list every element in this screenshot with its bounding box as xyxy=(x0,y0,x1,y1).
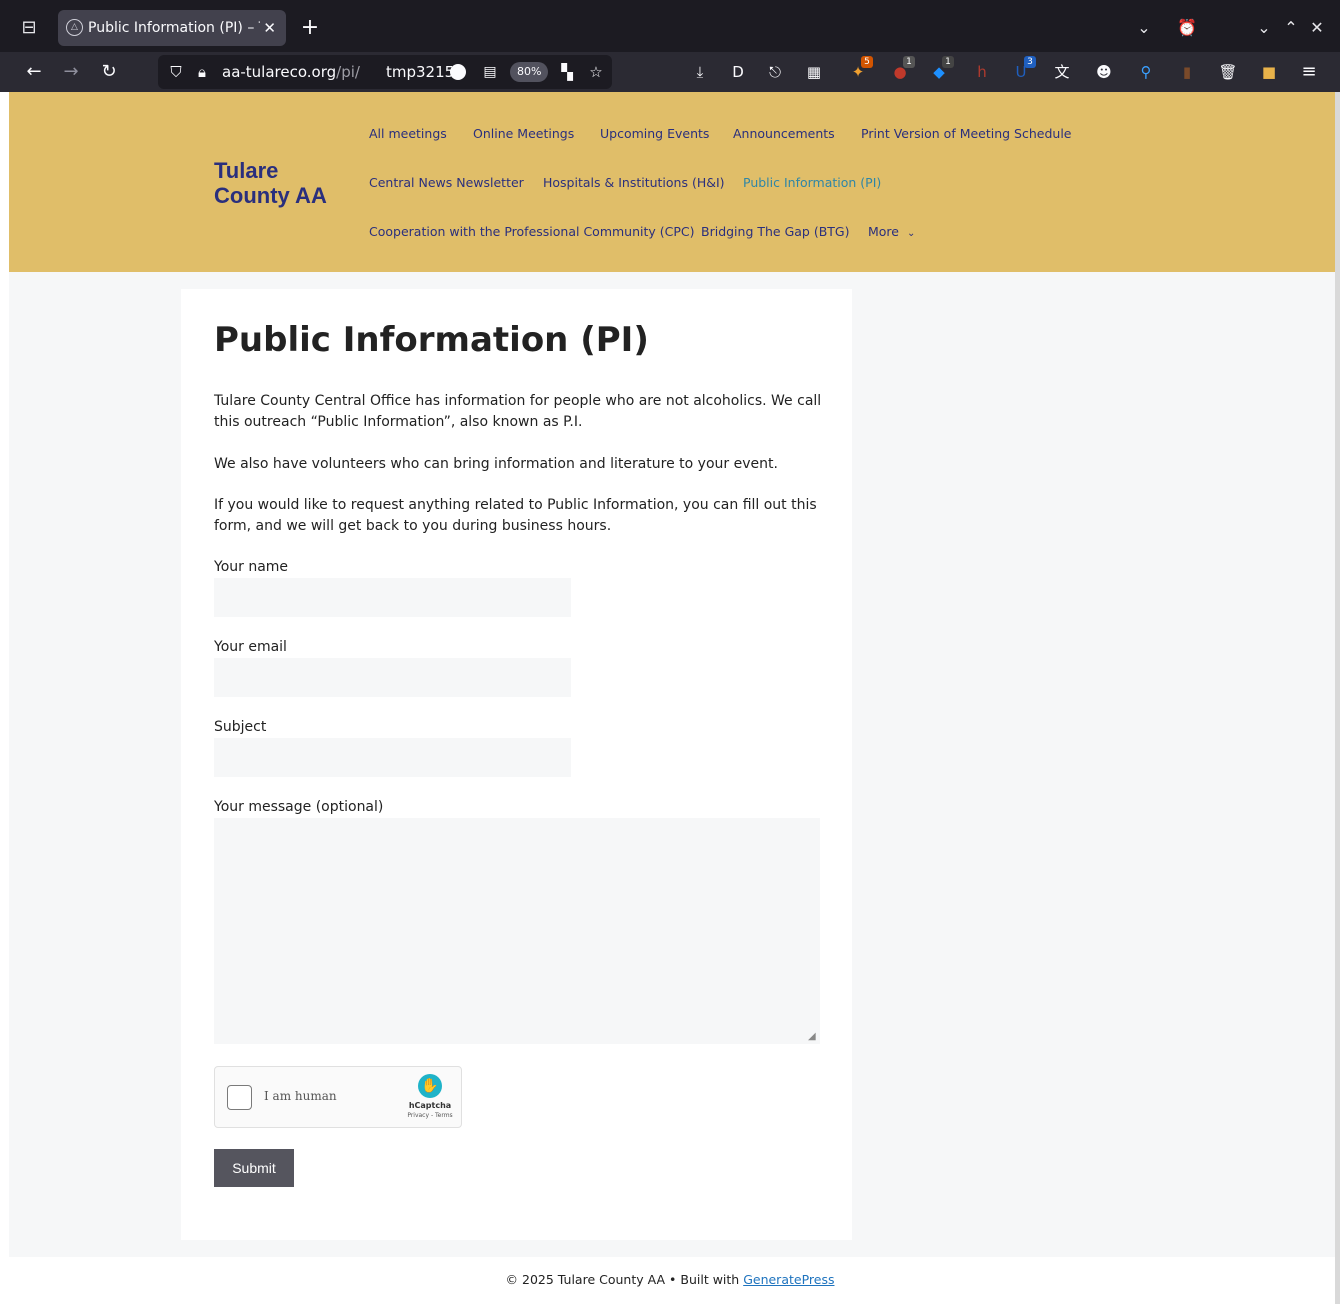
menu-item-print-schedule[interactable]: Print Version of Meeting Schedule xyxy=(861,126,1072,142)
download-icon[interactable]: ⤓ xyxy=(688,60,712,84)
hcaptcha-logo-icon: ✋ xyxy=(418,1074,442,1098)
email-label: Your email xyxy=(214,639,287,655)
ublock-icon[interactable]: ● 1 xyxy=(888,56,915,84)
search-extension-icon[interactable]: ⚲ xyxy=(1134,60,1158,84)
lock-icon[interactable]: 🔒︎ xyxy=(192,55,212,89)
box-extension-icon[interactable]: ■ xyxy=(1257,60,1281,84)
back-icon[interactable]: ← xyxy=(20,58,48,86)
menu-item-online-meetings[interactable]: Online Meetings xyxy=(473,126,574,142)
menu-item-public-information[interactable]: Public Information (PI) xyxy=(743,175,881,191)
qr-code-icon[interactable]: ▚ xyxy=(556,55,578,89)
captcha-brand: hCaptcha xyxy=(408,1101,452,1110)
url-path: /pi/ xyxy=(336,63,360,81)
site-header: Tulare County AA All meetings Online Mee… xyxy=(9,92,1335,272)
chevron-down-icon: ⌄ xyxy=(907,228,916,239)
tab-list-icon[interactable]: ⊟ xyxy=(14,14,44,42)
site-favicon-icon: △ xyxy=(66,19,83,36)
duckduckgo-icon[interactable]: D xyxy=(726,60,750,84)
menu-item-more-label: More xyxy=(868,224,899,239)
hypothesis-icon[interactable]: h xyxy=(970,60,994,84)
wand-extension-icon[interactable]: ✦ 5 xyxy=(846,56,873,84)
hcaptcha-widget: I am human ✋ hCaptcha Privacy - Terms xyxy=(214,1066,462,1128)
reader-view-icon[interactable]: ▤ xyxy=(480,55,500,89)
chevron-down-icon[interactable]: ⌄ xyxy=(1132,14,1156,42)
site-footer: © 2025 Tulare County AA • Built with Gen… xyxy=(0,1272,1340,1287)
new-tab-icon[interactable]: + xyxy=(296,14,324,42)
footer-text: © 2025 Tulare County AA • Built with xyxy=(505,1272,744,1287)
menu-item-upcoming-events[interactable]: Upcoming Events xyxy=(600,126,709,142)
forward-icon[interactable]: → xyxy=(57,58,85,86)
captcha-privacy-terms[interactable]: Privacy - Terms xyxy=(401,1112,459,1119)
scrollbar[interactable] xyxy=(1335,92,1340,1304)
volunteers-paragraph: We also have volunteers who can bring in… xyxy=(214,456,778,472)
menu-item-announcements[interactable]: Announcements xyxy=(733,126,835,142)
reload-icon[interactable]: ↻ xyxy=(95,58,123,86)
request-paragraph: If you would like to request anything re… xyxy=(214,497,817,534)
captcha-checkbox[interactable] xyxy=(227,1085,252,1110)
notes-extension-icon[interactable]: ▮ xyxy=(1175,60,1199,84)
menu-item-all-meetings[interactable]: All meetings xyxy=(369,126,447,142)
url-extra-text: tmp3215 xyxy=(386,63,455,81)
message-textarea[interactable]: ◢ xyxy=(214,818,820,1044)
translate-icon[interactable]: 文 xyxy=(1050,60,1074,84)
site-title[interactable]: Tulare County AA xyxy=(214,158,344,208)
grid-extension-icon[interactable]: ▦ xyxy=(802,60,826,84)
subject-input[interactable] xyxy=(214,738,571,777)
share-icon[interactable]: ⎋ xyxy=(763,60,787,84)
extension-badge: 5 xyxy=(861,56,873,68)
tab-bar: ⊟ △ Public Information (PI) – Tulare Cou… xyxy=(0,0,1340,52)
navigation-bar: ← → ↻ ⛉ 🔒︎ aa-tulareco.org/pi/ tmp3215 ▤… xyxy=(0,52,1340,92)
status-dot-icon xyxy=(450,64,466,80)
intro-paragraph: Tulare County Central Office has informa… xyxy=(214,393,822,430)
url-host: aa-tulareco.org xyxy=(222,63,337,81)
tab-title: Public Information (PI) – Tulare County … xyxy=(88,20,260,36)
resize-handle-icon[interactable]: ◢ xyxy=(808,1032,818,1042)
alarm-icon[interactable]: ⏰ xyxy=(1175,14,1199,42)
extension-badge: 1 xyxy=(903,56,915,68)
submit-button[interactable]: Submit xyxy=(214,1149,294,1187)
menu-item-btg[interactable]: Bridging The Gap (BTG) xyxy=(701,224,850,240)
menu-item-more[interactable]: More ⌄ xyxy=(868,224,915,242)
page-title: Public Information (PI) xyxy=(214,320,649,360)
shield-icon[interactable]: ⛉ xyxy=(166,55,186,89)
menu-icon[interactable]: ≡ xyxy=(1295,58,1323,86)
minimize-icon[interactable]: ⌄ xyxy=(1252,14,1276,42)
name-label: Your name xyxy=(214,559,289,575)
close-icon[interactable]: ✕ xyxy=(263,10,276,46)
generatepress-link[interactable]: GeneratePress xyxy=(743,1272,834,1287)
email-input[interactable] xyxy=(214,658,571,697)
active-tab[interactable]: △ Public Information (PI) – Tulare Count… xyxy=(58,10,286,46)
url-bar[interactable]: ⛉ 🔒︎ aa-tulareco.org/pi/ tmp3215 ▤ 80% ▚… xyxy=(158,55,612,89)
subject-label: Subject xyxy=(214,719,267,735)
menu-item-hospitals-institutions[interactable]: Hospitals & Institutions (H&I) xyxy=(543,175,725,191)
bookmark-star-icon[interactable]: ☆ xyxy=(586,55,606,89)
name-input[interactable] xyxy=(214,578,571,617)
extension-badge: 1 xyxy=(942,56,954,68)
trash-extension-icon[interactable]: 🗑 xyxy=(1216,60,1240,84)
container-extension-icon[interactable]: ◆ 1 xyxy=(927,56,954,84)
bitwarden-icon[interactable]: U3 xyxy=(1009,56,1036,84)
captcha-label: I am human xyxy=(264,1089,337,1103)
reddit-icon[interactable]: ☻ xyxy=(1092,60,1116,84)
window-close-icon[interactable]: ✕ xyxy=(1305,14,1329,42)
message-label: Your message (optional) xyxy=(214,799,384,815)
zoom-level[interactable]: 80% xyxy=(510,62,549,82)
menu-item-central-news[interactable]: Central News Newsletter xyxy=(369,175,524,191)
maximize-icon[interactable]: ⌃ xyxy=(1279,14,1303,42)
url-text[interactable]: aa-tulareco.org/pi/ xyxy=(222,55,360,89)
extension-badge: 3 xyxy=(1024,56,1036,68)
menu-item-cpc[interactable]: Cooperation with the Professional Commun… xyxy=(369,224,695,240)
